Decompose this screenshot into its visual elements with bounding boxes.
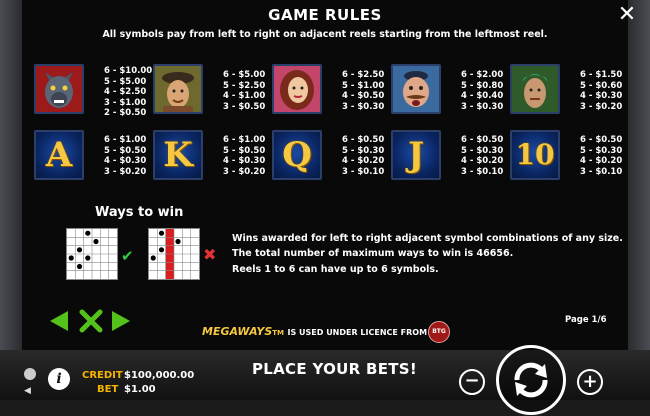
- symbol-green-haired-man: [510, 64, 560, 114]
- place-bets-text: PLACE YOUR BETS!: [252, 360, 418, 378]
- arrow-left-icon[interactable]: [48, 309, 70, 337]
- page-indicator: Page 1/6: [565, 315, 607, 325]
- paytable-a: 6 - $1.00 5 - $0.50 4 - $0.30 3 - $0.20: [104, 135, 147, 177]
- symbol-red-haired-woman: [272, 64, 322, 114]
- spin-icon: [514, 362, 548, 398]
- symbol-j: J: [391, 130, 441, 180]
- menu-icon[interactable]: [24, 368, 36, 380]
- symbol-k: K: [153, 130, 203, 180]
- check-icon: ✔: [121, 247, 134, 265]
- ways-title: Ways to win: [95, 205, 184, 220]
- paytable-green-haired-man: 6 - $1.50 5 - $0.60 4 - $0.30 3 - $0.20: [580, 70, 623, 112]
- ways-grid-invalid: [148, 228, 200, 280]
- bet-increase-button[interactable]: +: [577, 369, 603, 395]
- paytable-k: 6 - $1.00 5 - $0.50 4 - $0.30 3 - $0.20: [223, 135, 266, 177]
- symbol-10: 10: [510, 130, 560, 180]
- bet-label: BET: [97, 384, 119, 395]
- ways-grid-valid: [66, 228, 118, 280]
- paytable-werewolf: 6 - $10.00 5 - $5.00 4 - $2.50 3 - $1.00…: [104, 66, 153, 118]
- symbol-a: A: [34, 130, 84, 180]
- megaways-logo: MEGAWAYS: [202, 325, 273, 338]
- close-icon[interactable]: ✕: [614, 2, 640, 28]
- credit-label: CREDIT: [82, 370, 123, 381]
- symbol-werewolf: [34, 64, 84, 114]
- paytable-q: 6 - $0.50 5 - $0.30 4 - $0.20 3 - $0.10: [342, 135, 385, 177]
- symbol-q: Q: [272, 130, 322, 180]
- sound-icon[interactable]: ◀: [24, 386, 31, 396]
- rules-subtitle: All symbols pay from left to right on ad…: [102, 29, 548, 40]
- paytable-mustached-man: 6 - $2.00 5 - $0.80 4 - $0.40 3 - $0.30: [461, 70, 504, 112]
- credit-value: $100,000.00: [124, 370, 195, 381]
- background-left: [0, 0, 22, 350]
- megaways-license: MEGAWAYSTM IS USED UNDER LICENCE FROM: [202, 325, 428, 338]
- ways-line-2: The total number of maximum ways to win …: [232, 248, 514, 259]
- paytable-j: 6 - $0.50 5 - $0.30 4 - $0.20 3 - $0.10: [461, 135, 504, 177]
- arrow-right-icon[interactable]: [110, 309, 132, 337]
- info-icon[interactable]: i: [48, 368, 70, 390]
- spin-button[interactable]: [496, 345, 566, 415]
- paytable-10: 6 - $0.50 5 - $0.30 4 - $0.20 3 - $0.10: [580, 135, 623, 177]
- cross-icon: ✖: [203, 245, 217, 264]
- symbol-mustached-man: [391, 64, 441, 114]
- symbol-hunter: [153, 64, 203, 114]
- background-right: [628, 0, 650, 350]
- ways-line-1: Wins awarded for left to right adjacent …: [232, 233, 623, 244]
- bet-decrease-button[interactable]: −: [459, 369, 485, 395]
- bet-value: $1.00: [124, 384, 156, 395]
- paytable-red-haired-woman: 6 - $2.50 5 - $1.00 4 - $0.50 3 - $0.30: [342, 70, 385, 112]
- paytable-hunter: 6 - $5.00 5 - $2.50 4 - $1.00 3 - $0.50: [223, 70, 266, 112]
- x-icon[interactable]: [79, 309, 103, 337]
- license-text: IS USED UNDER LICENCE FROM: [287, 328, 428, 337]
- btg-logo: BTG: [428, 321, 450, 343]
- ways-line-3: Reels 1 to 6 can have up to 6 symbols.: [232, 264, 439, 275]
- page-title: GAME RULES: [268, 6, 382, 24]
